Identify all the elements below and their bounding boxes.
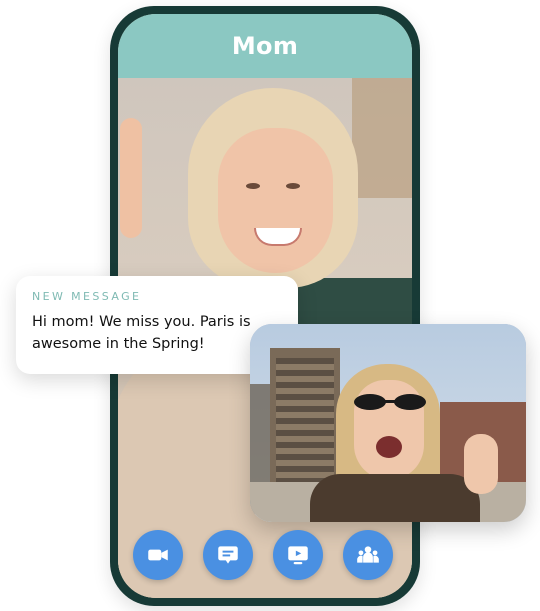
participants-icon: [357, 546, 379, 563]
screen-share-icon: [288, 546, 308, 565]
video-button[interactable]: [133, 530, 183, 580]
screen-share-button[interactable]: [273, 530, 323, 580]
video-camera-icon: [148, 549, 168, 561]
participants-button[interactable]: [343, 530, 393, 580]
video-call-illustration: Mom NEW MESSAGE Hi mom! We miss you. Par…: [0, 0, 540, 611]
caller-video-thumbnail[interactable]: [250, 324, 526, 522]
call-controls: [133, 530, 403, 582]
call-header: Mom: [118, 14, 412, 78]
notification-title: NEW MESSAGE: [32, 290, 142, 303]
notification-text: Hi mom! We miss you. Paris is awesome in…: [32, 314, 251, 352]
message-icon: [218, 546, 238, 564]
contact-name: Mom: [231, 32, 299, 60]
chat-button[interactable]: [203, 530, 253, 580]
